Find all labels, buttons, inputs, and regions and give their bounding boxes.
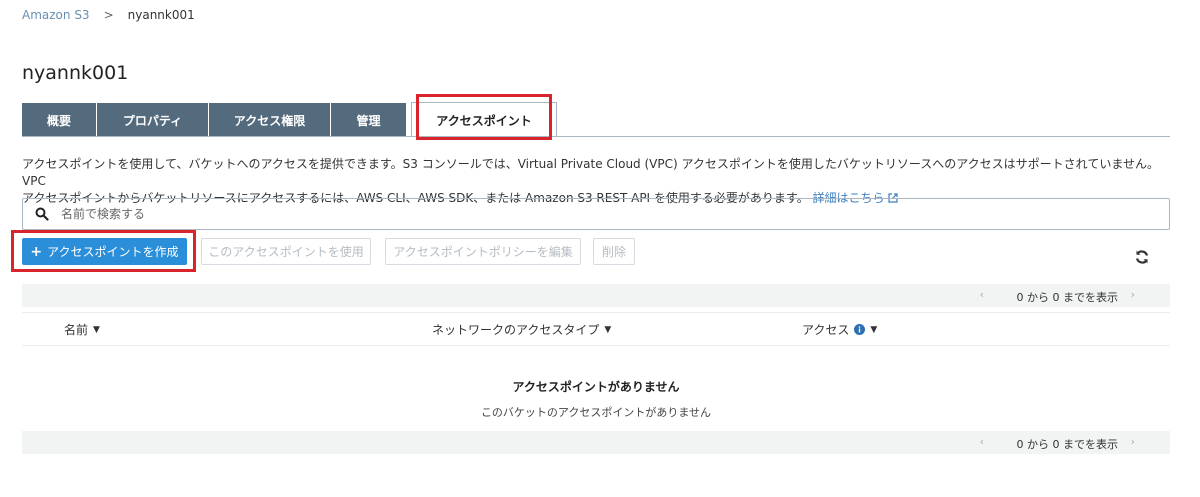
delete-button[interactable]: 削除 [593, 238, 635, 265]
info-icon[interactable] [854, 324, 866, 335]
breadcrumb: Amazon S3 > nyannk001 [22, 8, 195, 22]
page-title: nyannk001 [22, 62, 129, 84]
caret-down-icon: ▼ [93, 324, 100, 335]
search-box [22, 198, 1170, 230]
column-access-label: アクセス [802, 323, 850, 337]
pager-next-top[interactable]: › [1131, 288, 1135, 301]
pager-text-top: 0 から 0 までを表示 [1016, 291, 1119, 304]
tabs-divider [22, 136, 1170, 137]
tab-permissions[interactable]: アクセス権限 [209, 103, 331, 137]
tab-management[interactable]: 管理 [331, 103, 407, 137]
table-header: 名前 ▼ ネットワークのアクセスタイプ ▼ アクセス ▼ [22, 312, 1170, 346]
column-access[interactable]: アクセス ▼ [802, 321, 877, 338]
pager-text-bottom: 0 から 0 までを表示 [1016, 438, 1119, 451]
highlight-box-button [11, 230, 196, 272]
empty-state-title: アクセスポイントがありません [512, 380, 680, 394]
pager-bar-bottom: ‹ 0 から 0 までを表示 › [22, 431, 1170, 454]
tab-properties[interactable]: プロパティ [97, 103, 209, 137]
search-input[interactable] [61, 207, 1169, 221]
pager-bar-top: ‹ 0 から 0 までを表示 › [22, 284, 1170, 307]
description-line-1: アクセスポイントを使用して、バケットへのアクセスを提供できます。S3 コンソール… [22, 157, 1159, 188]
empty-state-subtitle: このバケットのアクセスポイントがありません [480, 406, 712, 419]
column-network-label: ネットワークのアクセスタイプ [432, 323, 600, 337]
tab-overview[interactable]: 概要 [22, 103, 97, 137]
column-name[interactable]: 名前 ▼ [64, 321, 100, 338]
breadcrumb-separator: > [103, 8, 114, 22]
column-network[interactable]: ネットワークのアクセスタイプ ▼ [432, 321, 611, 338]
pager-prev-bottom[interactable]: ‹ [980, 435, 984, 448]
breadcrumb-link-s3[interactable]: Amazon S3 [22, 8, 90, 22]
breadcrumb-current: nyannk001 [127, 8, 195, 22]
search-icon [35, 207, 49, 221]
pager-prev-top[interactable]: ‹ [980, 288, 984, 301]
edit-policy-button[interactable]: アクセスポイントポリシーを編集 [385, 238, 581, 265]
caret-down-icon: ▼ [604, 324, 612, 335]
refresh-icon[interactable] [1134, 249, 1150, 265]
caret-down-icon: ▼ [870, 324, 878, 335]
column-name-label: 名前 [64, 323, 89, 337]
pager-next-bottom[interactable]: › [1131, 435, 1135, 448]
highlight-box-tab [416, 94, 552, 140]
use-access-point-button[interactable]: このアクセスポイントを使用 [201, 238, 371, 265]
